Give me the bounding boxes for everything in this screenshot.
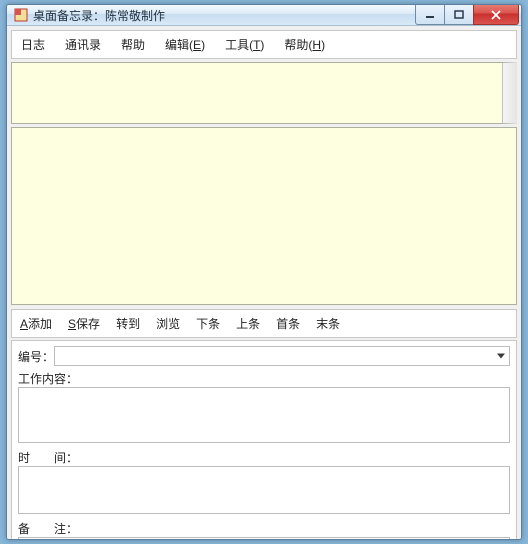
save-button[interactable]: S保存 — [64, 313, 104, 334]
mid-text-pane[interactable] — [11, 127, 517, 305]
app-icon — [13, 7, 29, 23]
first-button[interactable]: 首条 — [272, 313, 304, 334]
form-area: 编号： 工作内容： 时 间： 备 注： — [11, 340, 517, 540]
prev-button[interactable]: 上条 — [232, 313, 264, 334]
menu-help[interactable]: 帮助 — [116, 34, 150, 55]
number-label: 编号： — [18, 348, 54, 365]
menu-contacts[interactable]: 通讯录 — [60, 34, 106, 55]
goto-button[interactable]: 转到 — [112, 313, 144, 334]
content-label: 工作内容： — [18, 370, 78, 387]
window-title: 桌面备忘录：陈常敬制作 — [33, 7, 165, 24]
browse-button[interactable]: 浏览 — [152, 313, 184, 334]
menu-help2[interactable]: 帮助(H) — [279, 34, 330, 55]
next-button[interactable]: 下条 — [192, 313, 224, 334]
number-combobox[interactable] — [54, 346, 510, 366]
remark-field[interactable] — [18, 537, 510, 540]
app-window: 桌面备忘录：陈常敬制作 日志 通讯录 帮助 编辑(E) 工具(T) 帮助(H) — [6, 4, 522, 540]
titlebar[interactable]: 桌面备忘录：陈常敬制作 — [7, 5, 521, 26]
remark-label: 备 注： — [18, 520, 78, 537]
close-button[interactable] — [473, 5, 519, 25]
maximize-button[interactable] — [444, 5, 474, 25]
menu-log[interactable]: 日志 — [16, 34, 50, 55]
record-toolbar: A添加 S保存 转到 浏览 下条 上条 首条 末条 — [11, 309, 517, 338]
content-field[interactable] — [18, 387, 510, 443]
minimize-button[interactable] — [415, 5, 445, 25]
add-button[interactable]: A添加 — [16, 313, 56, 334]
client-area: 日志 通讯录 帮助 编辑(E) 工具(T) 帮助(H) A添加 S保存 转到 浏… — [7, 26, 521, 540]
window-controls — [416, 5, 519, 25]
time-label: 时 间： — [18, 449, 78, 466]
last-button[interactable]: 末条 — [312, 313, 344, 334]
menu-tools[interactable]: 工具(T) — [220, 34, 269, 55]
time-field[interactable] — [18, 466, 510, 514]
menubar: 日志 通讯录 帮助 编辑(E) 工具(T) 帮助(H) — [11, 30, 517, 59]
menu-edit[interactable]: 编辑(E) — [160, 34, 210, 55]
top-text-pane[interactable] — [11, 62, 517, 124]
